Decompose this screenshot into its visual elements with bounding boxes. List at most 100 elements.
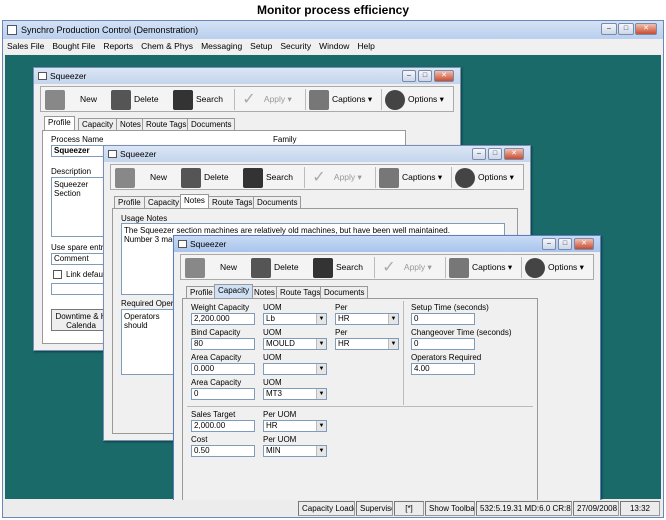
search-button[interactable]: Search xyxy=(173,88,223,111)
close-icon[interactable]: ✕ xyxy=(504,148,524,160)
new-button[interactable]: New xyxy=(185,256,237,279)
close-icon[interactable]: ✕ xyxy=(635,23,657,35)
maximize-icon[interactable]: □ xyxy=(488,148,502,160)
per-label: Per xyxy=(335,303,348,312)
tab-notes[interactable]: Notes xyxy=(116,118,145,130)
status-bar: Capacity Loaded Supervisor [*] Show Tool… xyxy=(3,500,663,517)
tab-documents[interactable]: Documents xyxy=(320,286,369,298)
search-button[interactable]: Search xyxy=(243,166,293,189)
weight-per-select[interactable]: HR ▼ xyxy=(335,313,399,325)
toolbar-separator xyxy=(234,89,235,110)
tab-profile[interactable]: Profile xyxy=(44,116,75,130)
changeover-time-label: Changeover Time (seconds) xyxy=(411,328,512,337)
link-default-input[interactable] xyxy=(51,283,107,295)
check-icon: ✓ xyxy=(382,258,396,276)
new-button[interactable]: New xyxy=(115,166,167,189)
menu-help[interactable]: Help xyxy=(353,39,378,54)
toolbar-separator xyxy=(381,89,382,110)
captions-button[interactable]: Captions ▾ xyxy=(449,256,512,279)
menu-chem-phys[interactable]: Chem & Phys xyxy=(137,39,197,54)
options-button[interactable]: Options ▾ xyxy=(525,256,584,279)
tab-capacity[interactable]: Capacity xyxy=(144,196,184,208)
close-icon[interactable]: ✕ xyxy=(434,70,454,82)
status-coords: 532:5.19.31 MD:6.0 CR:8/8.5 xyxy=(476,501,572,516)
toolbar-separator xyxy=(521,257,522,278)
tab-profile[interactable]: Profile xyxy=(114,196,145,208)
apply-button[interactable]: ✓ Apply ▾ xyxy=(239,88,292,111)
changeover-time-input[interactable]: 0 xyxy=(411,338,475,350)
toolbar-separator xyxy=(445,257,446,278)
new-icon xyxy=(45,89,65,110)
weight-capacity-input[interactable]: 2,200.000 xyxy=(191,313,255,325)
cost-input[interactable]: 0.50 xyxy=(191,445,255,457)
bind-uom-select[interactable]: MOULD ▼ xyxy=(263,338,327,350)
maximize-icon[interactable]: □ xyxy=(618,23,634,35)
window-titlebar[interactable]: Squeezer – □ ✕ xyxy=(174,236,600,252)
menu-security[interactable]: Security xyxy=(276,39,315,54)
usage-notes-label: Usage Notes xyxy=(121,214,168,223)
delete-button[interactable]: Delete xyxy=(251,256,299,279)
tab-route-tags[interactable]: Route Tags xyxy=(208,196,257,208)
bind-per-select[interactable]: HR ▼ xyxy=(335,338,399,350)
required-operators-textarea[interactable]: Operators should xyxy=(121,309,177,375)
captions-button[interactable]: Captions ▾ xyxy=(309,88,372,111)
bind-capacity-input[interactable]: 80 xyxy=(191,338,255,350)
menu-reports[interactable]: Reports xyxy=(99,39,137,54)
area2-uom-select[interactable]: MT3 ▼ xyxy=(263,388,327,400)
show-toolbar-button[interactable]: Show Toolbar xyxy=(425,501,475,516)
window-titlebar[interactable]: Squeezer – □ ✕ xyxy=(104,146,530,162)
delete-button[interactable]: Delete xyxy=(111,88,159,111)
window-icon xyxy=(178,240,187,248)
menu-sales-file[interactable]: Sales File xyxy=(3,39,48,54)
cost-per-uom-select[interactable]: MIN ▼ xyxy=(263,445,327,457)
maximize-icon[interactable]: □ xyxy=(418,70,432,82)
tab-notes[interactable]: Notes xyxy=(250,286,279,298)
tab-route-tags[interactable]: Route Tags xyxy=(276,286,325,298)
search-button[interactable]: Search xyxy=(313,256,363,279)
chevron-down-icon: ▼ xyxy=(316,339,326,349)
options-button[interactable]: Options ▾ xyxy=(455,166,514,189)
link-default-checkbox[interactable] xyxy=(53,270,62,279)
sales-per-uom-select[interactable]: HR ▼ xyxy=(263,420,327,432)
weight-uom-select[interactable]: Lb ▼ xyxy=(263,313,327,325)
maximize-icon[interactable]: □ xyxy=(558,238,572,250)
downtime-button[interactable]: Downtime & H Calenda xyxy=(51,309,111,331)
description-textarea[interactable]: Squeezer Section xyxy=(51,177,107,237)
spare-entry-input[interactable]: Comment xyxy=(51,253,107,265)
binoculars-icon xyxy=(243,167,263,188)
tab-route-tags[interactable]: Route Tags xyxy=(142,118,191,130)
tab-capacity[interactable]: Capacity xyxy=(214,284,254,298)
apply-button[interactable]: ✓ Apply ▾ xyxy=(379,256,432,279)
sales-target-input[interactable]: 2,000.00 xyxy=(191,420,255,432)
area-uom-select[interactable]: ▼ xyxy=(263,363,327,375)
menu-messaging[interactable]: Messaging xyxy=(197,39,246,54)
tab-documents[interactable]: Documents xyxy=(187,118,236,130)
area-capacity-2-input[interactable]: 0 xyxy=(191,388,255,400)
new-button[interactable]: New xyxy=(45,88,97,111)
area-capacity-label: Area Capacity xyxy=(191,353,242,362)
close-icon[interactable]: ✕ xyxy=(574,238,594,250)
captions-button[interactable]: Captions ▾ xyxy=(379,166,442,189)
setup-time-input[interactable]: 0 xyxy=(411,313,475,325)
toolbar: New Delete Search ✓ Apply ▾ Captions ▾ O… xyxy=(110,164,524,190)
operators-required-input[interactable]: 4.00 xyxy=(411,363,475,375)
menu-window[interactable]: Window xyxy=(315,39,353,54)
area-capacity-input[interactable]: 0.000 xyxy=(191,363,255,375)
tab-notes[interactable]: Notes xyxy=(180,194,209,208)
window-titlebar[interactable]: Squeezer – □ ✕ xyxy=(34,68,460,84)
minimize-icon[interactable]: – xyxy=(472,148,486,160)
minimize-icon[interactable]: – xyxy=(402,70,416,82)
options-button[interactable]: Options ▾ xyxy=(385,88,444,111)
tab-profile[interactable]: Profile xyxy=(186,286,217,298)
minimize-icon[interactable]: – xyxy=(601,23,617,35)
process-name-input[interactable]: Squeezer xyxy=(51,145,111,157)
apply-button[interactable]: ✓ Apply ▾ xyxy=(309,166,362,189)
tab-capacity[interactable]: Capacity xyxy=(78,118,118,130)
delete-button[interactable]: Delete xyxy=(181,166,229,189)
minimize-icon[interactable]: – xyxy=(542,238,556,250)
menu-setup[interactable]: Setup xyxy=(246,39,276,54)
uom-label: UOM xyxy=(263,303,282,312)
chevron-down-icon: ▼ xyxy=(388,339,398,349)
menu-bought-file[interactable]: Bought File xyxy=(48,39,99,54)
tab-documents[interactable]: Documents xyxy=(253,196,302,208)
